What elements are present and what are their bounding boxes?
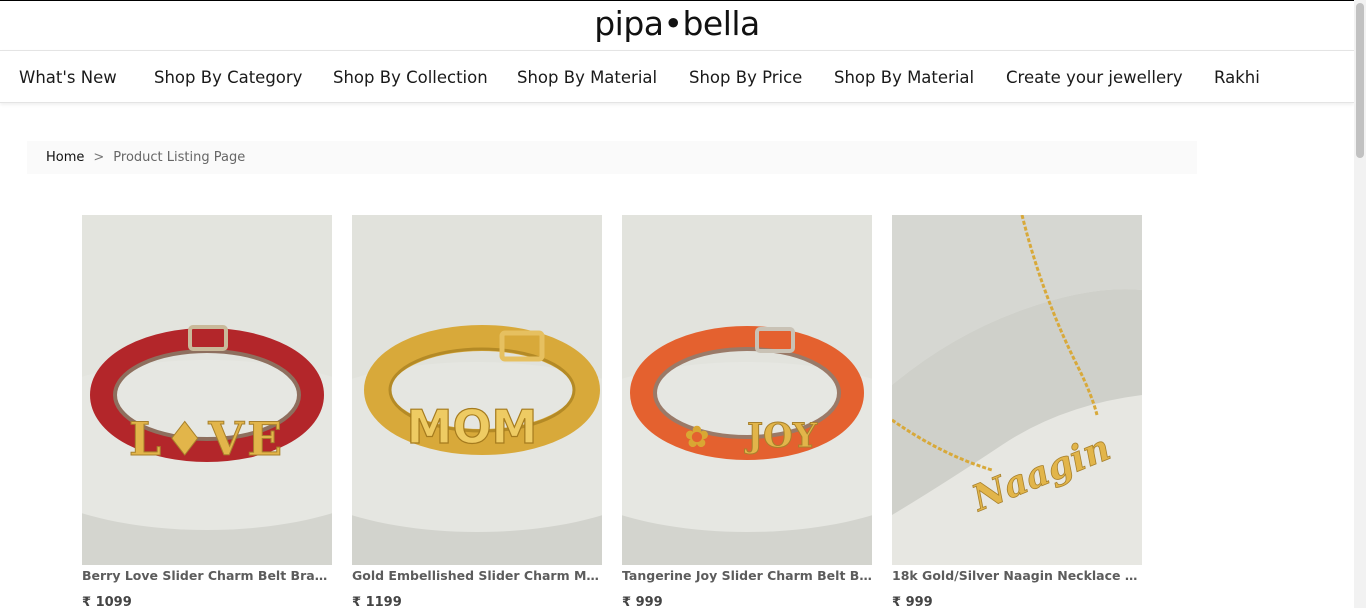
product-title[interactable]: Berry Love Slider Charm Belt Bracelet — [82, 567, 332, 584]
product-price: ₹ 1199 — [352, 595, 402, 608]
breadcrumb-current: Product Listing Page — [113, 150, 246, 165]
svg-text:MOM: MOM — [407, 400, 538, 454]
brand-logo[interactable]: pipa•bella — [594, 7, 760, 40]
product-title[interactable]: Tangerine Joy Slider Charm Belt Bracelet — [622, 567, 872, 584]
svg-text:L♦VE: L♦VE — [129, 412, 285, 466]
nav-item-shop-by-material-2[interactable]: Shop By Material — [834, 68, 974, 87]
product-image-orange-joy-bracelet[interactable]: ✿ JOY — [622, 215, 872, 565]
product-card[interactable]: ✿ JOY Tangerine Joy Slider Charm Belt Br… — [622, 215, 872, 608]
nav-item-shop-by-collection[interactable]: Shop By Collection — [333, 68, 488, 87]
page-scrollbar[interactable] — [1354, 0, 1366, 608]
breadcrumb: Home > Product Listing Page — [27, 141, 1197, 174]
nav-item-whats-new[interactable]: What's New — [19, 68, 117, 87]
product-image-gold-mom-bracelet[interactable]: MOM — [352, 215, 602, 565]
main-nav: What's New Shop By Category Shop By Coll… — [0, 50, 1354, 103]
product-card[interactable]: L♦VE Berry Love Slider Charm Belt Bracel… — [82, 215, 332, 608]
product-title[interactable]: Gold Embellished Slider Charm Mom Belt B… — [352, 567, 602, 584]
svg-text:JOY: JOY — [744, 416, 818, 456]
svg-text:✿: ✿ — [684, 420, 709, 455]
nav-item-create-your-jewellery[interactable]: Create your jewellery — [1006, 68, 1183, 87]
product-image-naagin-name-necklace[interactable]: Naagin — [892, 215, 1142, 565]
product-card[interactable]: Naagin 18k Gold/Silver Naagin Necklace B… — [892, 215, 1142, 608]
product-price: ₹ 999 — [892, 595, 933, 608]
product-price: ₹ 999 — [622, 595, 663, 608]
nav-item-rakhi[interactable]: Rakhi — [1214, 68, 1260, 87]
product-title[interactable]: 18k Gold/Silver Naagin Necklace By Pipa … — [892, 567, 1142, 584]
product-image-red-love-bracelet[interactable]: L♦VE — [82, 215, 332, 565]
product-card[interactable]: MOM Gold Embellished Slider Charm Mom Be… — [352, 215, 602, 608]
nav-item-shop-by-material[interactable]: Shop By Material — [517, 68, 657, 87]
product-price: ₹ 1099 — [82, 595, 132, 608]
nav-item-shop-by-category[interactable]: Shop By Category — [154, 68, 302, 87]
breadcrumb-home-link[interactable]: Home — [46, 150, 84, 165]
scrollbar-thumb[interactable] — [1356, 3, 1364, 158]
nav-item-shop-by-price[interactable]: Shop By Price — [689, 68, 802, 87]
breadcrumb-separator: > — [93, 150, 105, 165]
header: pipa•bella — [0, 1, 1354, 50]
